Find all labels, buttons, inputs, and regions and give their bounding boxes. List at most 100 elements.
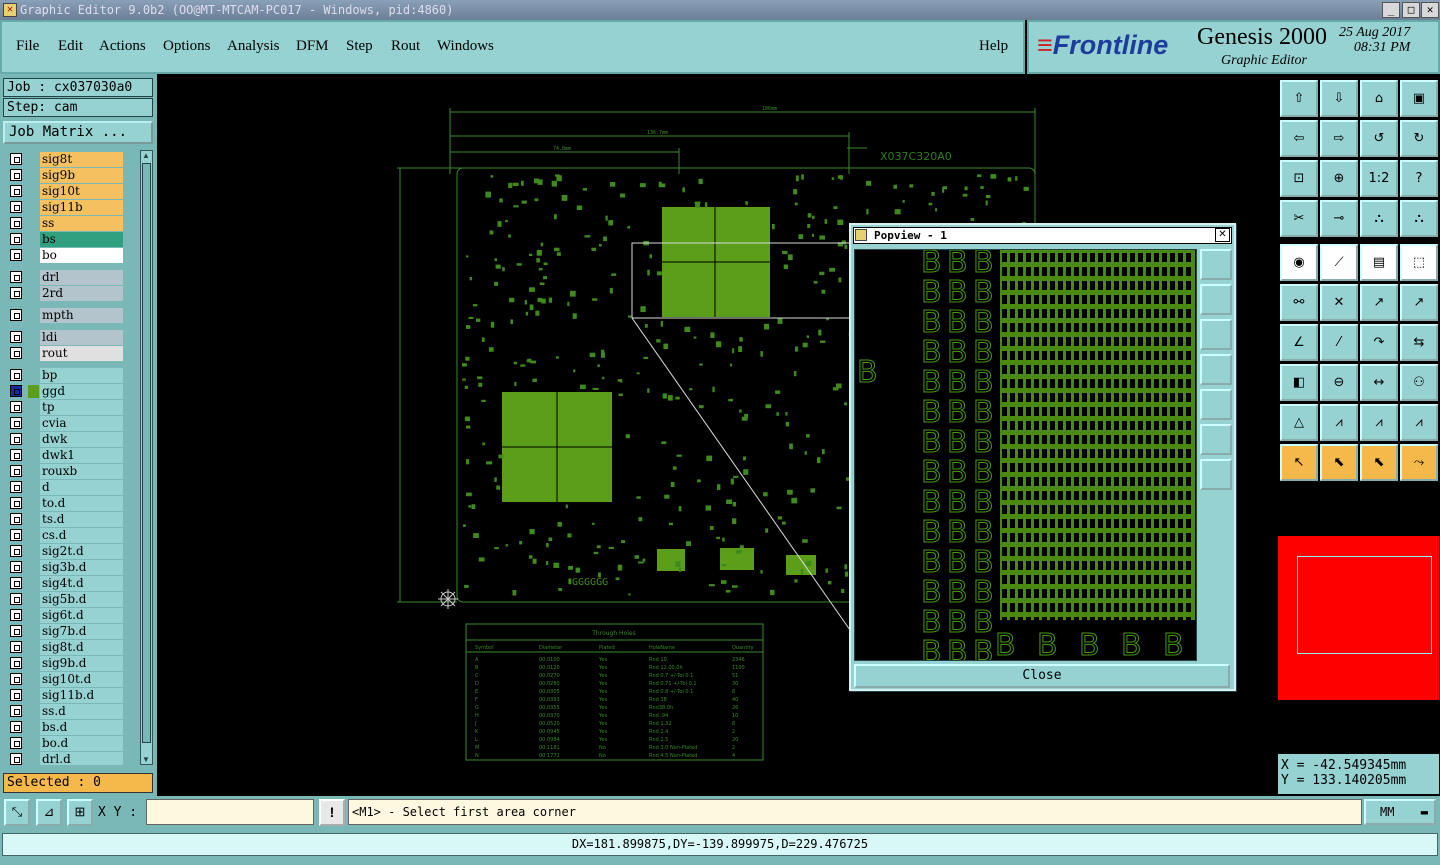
layer-name[interactable]: cs.d bbox=[40, 528, 123, 543]
layer-checkbox[interactable] bbox=[10, 217, 22, 229]
tool-pointer-box-icon[interactable]: ⬉ bbox=[1320, 444, 1358, 481]
layer-checkbox[interactable] bbox=[10, 417, 22, 429]
layer-color-swatch[interactable] bbox=[28, 331, 39, 344]
layer-name[interactable]: sig9b.d bbox=[40, 656, 123, 671]
tool-copy-icon[interactable]: ⇧ bbox=[1280, 80, 1318, 117]
tool-left-icon[interactable]: ⇦ bbox=[1280, 120, 1318, 157]
scroll-up-icon[interactable]: ▲ bbox=[142, 151, 150, 160]
layer-row-cs.d[interactable]: cs.d bbox=[3, 528, 138, 543]
layer-checkbox[interactable] bbox=[10, 721, 22, 733]
layer-checkbox[interactable] bbox=[10, 153, 22, 165]
layer-row-drl.d[interactable]: drl.d bbox=[3, 752, 138, 765]
layer-name[interactable]: sig8t bbox=[40, 152, 123, 167]
layer-color-swatch[interactable] bbox=[28, 513, 39, 526]
layer-name[interactable]: bs bbox=[40, 232, 123, 247]
tool-rotate-icon[interactable]: ↷ bbox=[1360, 324, 1398, 361]
layer-color-swatch[interactable] bbox=[28, 271, 39, 284]
layer-checkbox[interactable] bbox=[10, 433, 22, 445]
layer-color-swatch[interactable] bbox=[28, 369, 39, 382]
layer-checkbox[interactable] bbox=[10, 705, 22, 717]
popview-tool-pan-left[interactable] bbox=[1200, 354, 1232, 385]
layer-name[interactable]: sig2t.d bbox=[40, 544, 123, 559]
layer-name[interactable]: dwk bbox=[40, 432, 123, 447]
menu-step[interactable]: Step bbox=[346, 38, 373, 55]
tool-net2-icon[interactable]: ⛬ bbox=[1400, 200, 1438, 237]
layer-color-swatch[interactable] bbox=[28, 217, 39, 230]
tool-add-pad-icon[interactable]: ◉ bbox=[1280, 244, 1318, 281]
layer-row-sig9b[interactable]: sig9b bbox=[3, 168, 138, 183]
scroll-down-icon[interactable]: ▼ bbox=[142, 755, 150, 764]
tool-select-box-icon[interactable]: ⬚ bbox=[1400, 244, 1438, 281]
layer-color-swatch[interactable] bbox=[28, 249, 39, 262]
popview-close-button[interactable]: Close bbox=[854, 664, 1230, 688]
tool-pointer2-icon[interactable]: ⬉ bbox=[1360, 444, 1398, 481]
layer-name[interactable]: cvia bbox=[40, 416, 123, 431]
layer-color-swatch[interactable] bbox=[28, 233, 39, 246]
layer-row-bs.d[interactable]: bs.d bbox=[3, 720, 138, 735]
popview-canvas[interactable]: BBBBBBBBBBBBBBBBBBBBBBBBBBBBBBBBBBBBBBBB… bbox=[854, 249, 1197, 661]
popview-tool-zoom-fit[interactable] bbox=[1200, 249, 1232, 280]
tool-zoom-fit-icon[interactable]: ⊡ bbox=[1280, 160, 1318, 197]
layer-checkbox[interactable] bbox=[10, 309, 22, 321]
layer-name[interactable]: sig7b.d bbox=[40, 624, 123, 639]
layer-row-rout[interactable]: rout bbox=[3, 346, 138, 361]
layer-row-bp[interactable]: bp bbox=[3, 368, 138, 383]
tool-move-icon[interactable]: ↗ bbox=[1360, 284, 1398, 321]
layer-checkbox[interactable] bbox=[10, 249, 22, 261]
layer-color-swatch[interactable] bbox=[28, 593, 39, 606]
tool-pad-icon[interactable]: ◧ bbox=[1280, 364, 1318, 401]
layer-color-swatch[interactable] bbox=[28, 153, 39, 166]
layer-name[interactable]: sig4t.d bbox=[40, 576, 123, 591]
layer-row-ss[interactable]: ss bbox=[3, 216, 138, 231]
layer-color-swatch[interactable] bbox=[28, 753, 39, 765]
layer-checkbox[interactable] bbox=[10, 561, 22, 573]
layer-name[interactable]: ts.d bbox=[40, 512, 123, 527]
layer-color-swatch[interactable] bbox=[28, 625, 39, 638]
layer-checkbox[interactable] bbox=[10, 481, 22, 493]
layer-row-sig11b[interactable]: sig11b bbox=[3, 200, 138, 215]
layer-name[interactable]: 2rd bbox=[40, 286, 123, 301]
layer-color-swatch[interactable] bbox=[28, 577, 39, 590]
tool-undo-icon[interactable]: ↺ bbox=[1360, 120, 1398, 157]
layer-name[interactable]: sig11b.d bbox=[40, 688, 123, 703]
measure-icon[interactable]: ⊿ bbox=[36, 799, 62, 826]
layer-color-swatch[interactable] bbox=[28, 705, 39, 718]
layer-checkbox[interactable] bbox=[10, 233, 22, 245]
layer-checkbox[interactable] bbox=[10, 449, 22, 461]
maximize-button[interactable]: □ bbox=[1402, 2, 1420, 18]
layer-row-ss.d[interactable]: ss.d bbox=[3, 704, 138, 719]
layer-row-cvia[interactable]: cvia bbox=[3, 416, 138, 431]
tool-paste-icon[interactable]: ⇩ bbox=[1320, 80, 1358, 117]
tool-angle-icon[interactable]: ∠ bbox=[1280, 324, 1318, 361]
layer-checkbox[interactable] bbox=[10, 641, 22, 653]
layer-name[interactable]: ggd bbox=[40, 384, 123, 399]
menu-actions[interactable]: Actions bbox=[99, 38, 146, 55]
layer-row-sig7b.d[interactable]: sig7b.d bbox=[3, 624, 138, 639]
layer-checkbox[interactable] bbox=[10, 593, 22, 605]
layer-name[interactable]: bo.d bbox=[40, 736, 123, 751]
layer-row-sig2t.d[interactable]: sig2t.d bbox=[3, 544, 138, 559]
popview-tool-pan-right[interactable] bbox=[1200, 389, 1232, 420]
layer-checkbox[interactable] bbox=[10, 201, 22, 213]
layer-row-bs[interactable]: bs bbox=[3, 232, 138, 247]
layer-checkbox[interactable] bbox=[10, 385, 22, 397]
scroll-thumb[interactable] bbox=[142, 163, 151, 743]
xy-input[interactable] bbox=[146, 799, 314, 825]
layer-name[interactable]: mpth bbox=[40, 308, 123, 323]
layer-row-sig11b.d[interactable]: sig11b.d bbox=[3, 688, 138, 703]
layer-row-sig10t.d[interactable]: sig10t.d bbox=[3, 672, 138, 687]
layer-name[interactable]: sig5b.d bbox=[40, 592, 123, 607]
popview-tool-zoom-in[interactable] bbox=[1200, 424, 1232, 455]
layer-row-sig5b.d[interactable]: sig5b.d bbox=[3, 592, 138, 607]
layer-checkbox[interactable] bbox=[10, 689, 22, 701]
layer-row-drl[interactable]: drl bbox=[3, 270, 138, 285]
layer-row-sig6t.d[interactable]: sig6t.d bbox=[3, 608, 138, 623]
layer-color-swatch[interactable] bbox=[28, 347, 39, 360]
tool-snap-icon[interactable]: ✂ bbox=[1280, 200, 1318, 237]
tool-probe-icon[interactable]: ⊸ bbox=[1320, 200, 1358, 237]
layer-checkbox[interactable] bbox=[10, 513, 22, 525]
layer-name[interactable]: sig11b bbox=[40, 200, 123, 215]
layer-checkbox[interactable] bbox=[10, 545, 22, 557]
popview-tool-pan-up[interactable] bbox=[1200, 284, 1232, 315]
close-window-button[interactable]: ✕ bbox=[1421, 2, 1439, 18]
